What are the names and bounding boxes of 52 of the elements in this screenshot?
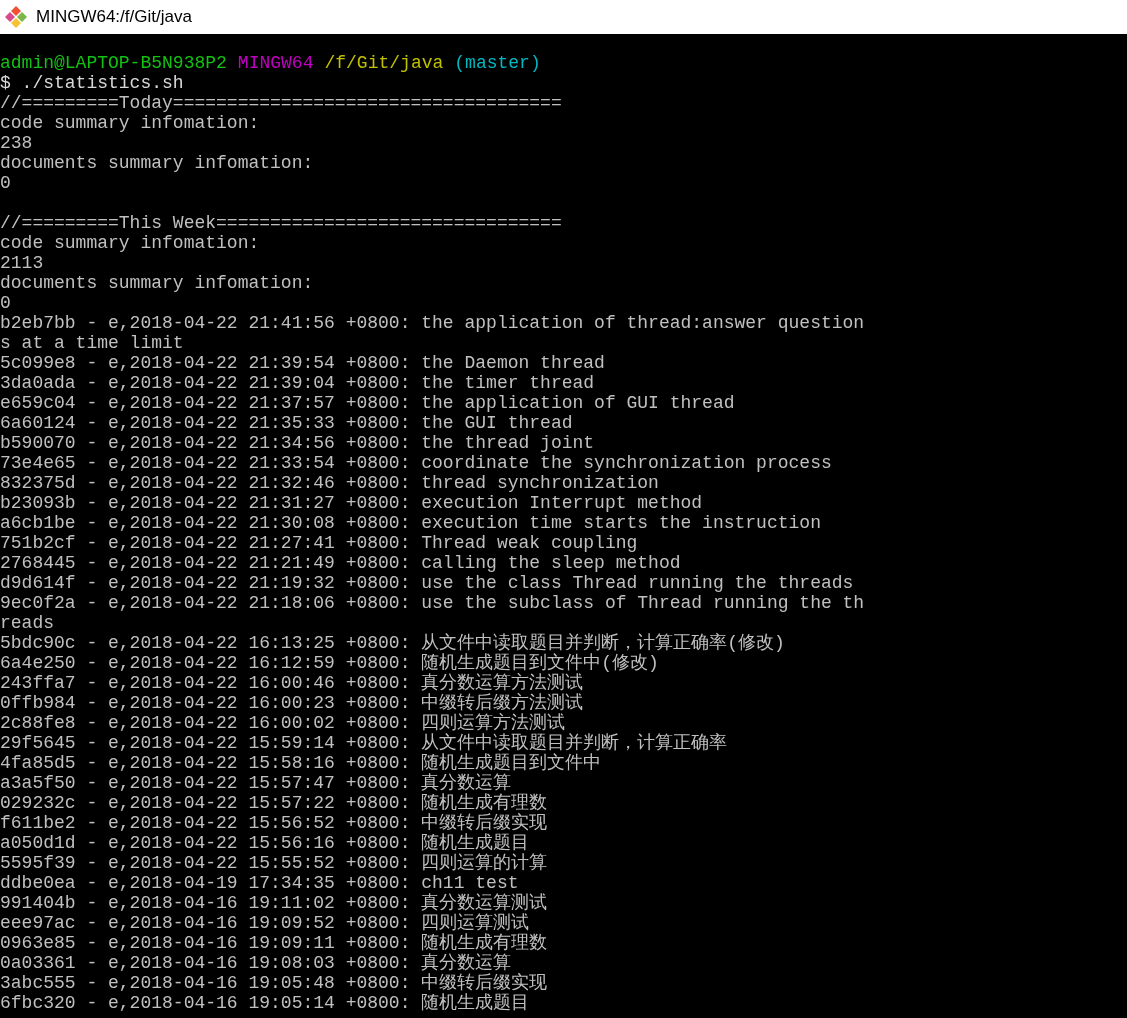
output-line: 0ffb984 - e,2018-04-22 16:00:23 +0800: 中缀转后缀方法测试	[0, 693, 584, 713]
command-line: $ ./statistics.sh	[0, 73, 184, 93]
output-line: 2c88fe8 - e,2018-04-22 16:00:02 +0800: 四则运算方法测试	[0, 713, 566, 733]
output-line: code summary infomation:	[0, 233, 260, 253]
output-line: 0	[0, 293, 11, 313]
output-line: 238	[0, 133, 33, 153]
output-line: 9ec0f2a - e,2018-04-22 21:18:06 +0800: use the subclass of Thread running the th	[0, 593, 865, 613]
output-line: 73e4e65 - e,2018-04-22 21:33:54 +0800: coordinate the synchronization process	[0, 453, 832, 473]
output-line: 029232c - e,2018-04-22 15:57:22 +0800: 随机生成有理数	[0, 793, 548, 813]
output-line: b590070 - e,2018-04-22 21:34:56 +0800: the thread joint	[0, 433, 595, 453]
output-line: 832375d - e,2018-04-22 21:32:46 +0800: thread synchronization	[0, 473, 659, 493]
output-line: 29f5645 - e,2018-04-22 15:59:14 +0800: 从文件中读取题目并判断，计算正确率	[0, 733, 728, 753]
output-line: 5595f39 - e,2018-04-22 15:55:52 +0800: 四则运算的计算	[0, 853, 548, 873]
output-line: 6fbc320 - e,2018-04-16 19:05:14 +0800: 随机生成题目	[0, 993, 530, 1013]
output-line: eee97ac - e,2018-04-16 19:09:52 +0800: 四则运算测试	[0, 913, 530, 933]
output-line: a3a5f50 - e,2018-04-22 15:57:47 +0800: 真分数运算	[0, 773, 512, 793]
output-line: 4fa85d5 - e,2018-04-22 15:58:16 +0800: 随机生成题目到文件中	[0, 753, 602, 773]
output-line: b2eb7bb - e,2018-04-22 21:41:56 +0800: the application of thread:answer question	[0, 313, 865, 333]
output-line: 2113	[0, 253, 44, 273]
output-line: a050d1d - e,2018-04-22 15:56:16 +0800: 随机生成题目	[0, 833, 530, 853]
output-line: 5bdc90c - e,2018-04-22 16:13:25 +0800: 从文件中读取题目并判断，计算正确率(修改)	[0, 633, 785, 653]
output-line: 0963e85 - e,2018-04-16 19:09:11 +0800: 随机生成有理数	[0, 933, 548, 953]
output-line: documents summary infomation:	[0, 273, 314, 293]
output-line: 243ffa7 - e,2018-04-22 16:00:46 +0800: 真分数运算方法测试	[0, 673, 584, 693]
output-line: b23093b - e,2018-04-22 21:31:27 +0800: execution Interrupt method	[0, 493, 703, 513]
output-line: 6a60124 - e,2018-04-22 21:35:33 +0800: the GUI thread	[0, 413, 573, 433]
output-line: s at a time limit	[0, 333, 184, 353]
prompt-user-host: admin@LAPTOP-B5N938P2	[0, 53, 227, 73]
output-line: 2768445 - e,2018-04-22 21:21:49 +0800: calling the sleep method	[0, 553, 681, 573]
output-line: 751b2cf - e,2018-04-22 21:27:41 +0800: Thread weak coupling	[0, 533, 638, 553]
output-line: e659c04 - e,2018-04-22 21:37:57 +0800: the application of GUI thread	[0, 393, 735, 413]
output-line: ddbe0ea - e,2018-04-19 17:34:35 +0800: ch11 test	[0, 873, 519, 893]
prompt-path: /f/Git/java	[324, 53, 444, 73]
output-line: 3abc555 - e,2018-04-16 19:05:48 +0800: 中缀转后缀实现	[0, 973, 548, 993]
output-line: d9d614f - e,2018-04-22 21:19:32 +0800: use the class Thread running the threads	[0, 573, 854, 593]
output-line: reads	[0, 613, 54, 633]
output-line: a6cb1be - e,2018-04-22 21:30:08 +0800: execution time starts the instruction	[0, 513, 821, 533]
window-title: MINGW64:/f/Git/java	[36, 6, 192, 29]
output-line: 0	[0, 173, 11, 193]
output-line: 6a4e250 - e,2018-04-22 16:12:59 +0800: 随机生成题目到文件中(修改)	[0, 653, 659, 673]
output-line: 3da0ada - e,2018-04-22 21:39:04 +0800: the timer thread	[0, 373, 595, 393]
output-line: documents summary infomation:	[0, 153, 314, 173]
output-line: //=========Today====================================	[0, 93, 562, 113]
output-line: 991404b - e,2018-04-16 19:11:02 +0800: 真分数运算测试	[0, 893, 548, 913]
output-line: f611be2 - e,2018-04-22 15:56:52 +0800: 中缀转后缀实现	[0, 813, 548, 833]
output-line: //=========This Week================================	[0, 213, 562, 233]
prompt-branch: (master)	[454, 53, 541, 73]
output-line: code summary infomation:	[0, 113, 260, 133]
output-line: 0a03361 - e,2018-04-16 19:08:03 +0800: 真分数运算	[0, 953, 512, 973]
diamond-logo-icon	[4, 5, 28, 29]
output-line: 5c099e8 - e,2018-04-22 21:39:54 +0800: the Daemon thread	[0, 353, 605, 373]
prompt-shell: MINGW64	[237, 53, 314, 73]
